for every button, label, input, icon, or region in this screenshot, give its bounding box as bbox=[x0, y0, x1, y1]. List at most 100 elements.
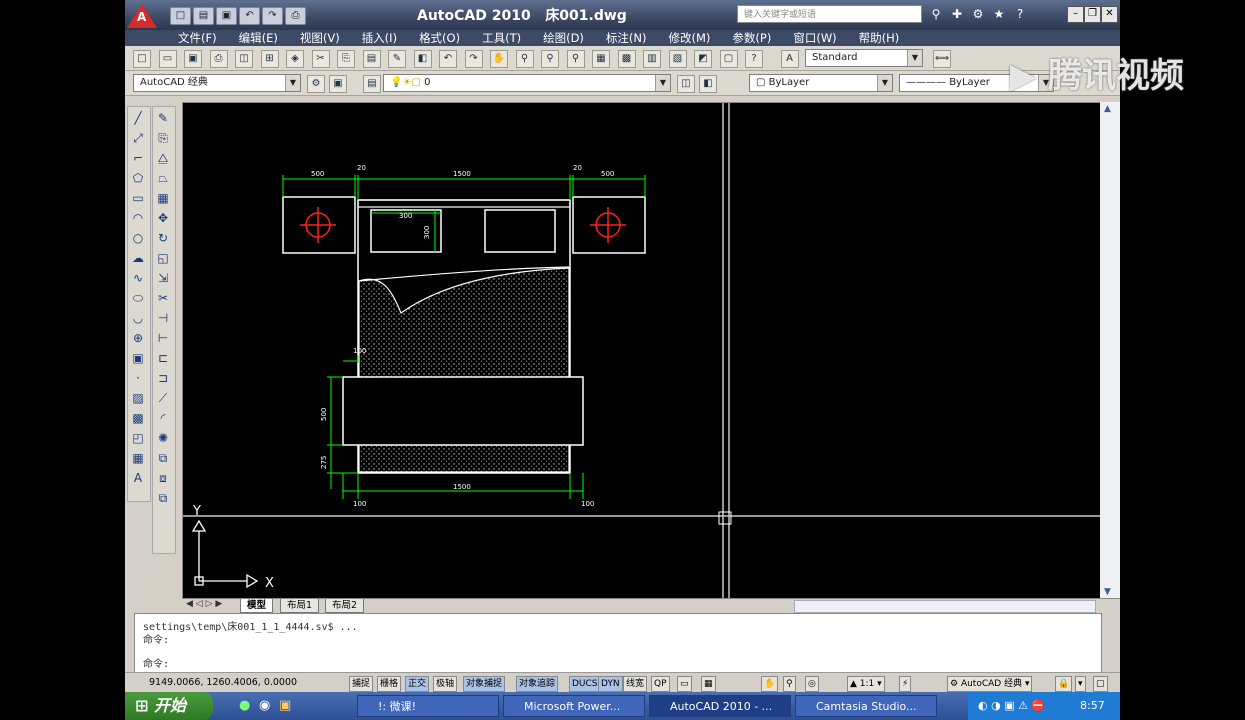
dyn-toggle[interactable]: DYN bbox=[598, 676, 623, 692]
trim-icon[interactable]: ✂ bbox=[154, 289, 172, 307]
qat-redo-icon[interactable]: ↷ bbox=[262, 7, 283, 25]
redo-icon[interactable]: ↷ bbox=[464, 50, 483, 68]
sheet-set-icon[interactable]: ▧ bbox=[668, 50, 687, 68]
cut-icon[interactable]: ✂ bbox=[311, 50, 330, 68]
tool-palettes-icon[interactable]: ▥ bbox=[643, 50, 661, 68]
task-powerpoint[interactable]: Microsoft Power... bbox=[503, 695, 645, 717]
menu-draw[interactable]: 绘图(D) bbox=[532, 30, 595, 46]
paste-icon[interactable]: ▤ bbox=[362, 50, 381, 68]
grid-toggle[interactable]: 栅格 bbox=[377, 676, 402, 692]
quicklaunch-icon-3[interactable]: ▣ bbox=[279, 698, 291, 713]
layer-select[interactable]: 💡☀▢ 0 ▼ bbox=[383, 74, 671, 92]
scale-icon[interactable]: ◱ bbox=[154, 249, 172, 267]
task-camtasia[interactable]: Camtasia Studio... bbox=[795, 695, 937, 717]
workspace-settings-icon[interactable]: ⚙ bbox=[307, 75, 325, 93]
extend-icon[interactable]: ⊣ bbox=[154, 309, 172, 327]
lineweight-toggle[interactable]: 线宽 bbox=[623, 676, 648, 692]
task-wechat-lesson[interactable]: !: 微课! bbox=[357, 695, 499, 717]
layer-manager-icon[interactable]: ▤ bbox=[363, 75, 381, 93]
minimize-button[interactable]: – bbox=[1067, 6, 1084, 23]
circle-icon[interactable]: ○ bbox=[129, 229, 147, 247]
hatch-icon[interactable]: ▨ bbox=[129, 389, 147, 407]
help-toolbar-icon[interactable]: ? bbox=[745, 50, 763, 68]
copy-layers-icon[interactable]: ⧉ bbox=[154, 489, 172, 507]
tab-layout2[interactable]: 布局2 bbox=[325, 599, 365, 613]
table-icon[interactable]: ▦ bbox=[129, 449, 147, 467]
fillet-icon[interactable]: ◜ bbox=[154, 409, 172, 427]
pan-status-icon[interactable]: ✋ bbox=[761, 676, 779, 692]
polygon-icon[interactable]: ⬠ bbox=[129, 169, 147, 187]
otrack-toggle[interactable]: 对象追踪 bbox=[516, 676, 559, 692]
ellipse-arc-icon[interactable]: ◡ bbox=[129, 309, 147, 327]
design-center-icon[interactable]: ▩ bbox=[617, 50, 636, 68]
match-properties-icon[interactable]: ✎ bbox=[388, 50, 406, 68]
communication-icon[interactable]: ⚙ bbox=[969, 5, 987, 23]
menu-insert[interactable]: 插入(I) bbox=[351, 30, 408, 46]
ortho-toggle[interactable]: 正交 bbox=[405, 676, 430, 692]
menu-dimension[interactable]: 标注(N) bbox=[595, 30, 658, 46]
pan-icon[interactable]: ✋ bbox=[490, 50, 508, 68]
restore-button[interactable]: ❐ bbox=[1084, 6, 1101, 23]
command-window[interactable]: settings\temp\床001_1_1_4444.sv$ ... 命令: … bbox=[134, 613, 1102, 673]
quickcalc-icon[interactable]: ▢ bbox=[719, 50, 738, 68]
arc-icon[interactable]: ◠ bbox=[129, 209, 147, 227]
multiline-text-icon[interactable]: A bbox=[129, 469, 147, 487]
start-button[interactable]: ⊞ 开始 bbox=[125, 692, 213, 720]
menu-parametric[interactable]: 参数(P) bbox=[721, 30, 782, 46]
quicklaunch-icon-1[interactable]: ● bbox=[239, 698, 250, 713]
dim-style-icon[interactable]: ⟺ bbox=[933, 50, 951, 68]
search-input[interactable]: 键入关键字或短语 bbox=[737, 5, 922, 23]
mirror-icon[interactable]: ⧋ bbox=[154, 149, 172, 167]
command-prompt[interactable]: 命令: bbox=[143, 655, 169, 670]
scroll-down-icon[interactable]: ▼ bbox=[1104, 587, 1111, 597]
coordinates-readout[interactable]: 9149.0066, 1260.4006, 0.0000 bbox=[149, 677, 297, 688]
markup-icon[interactable]: ◩ bbox=[694, 50, 712, 68]
array-icon[interactable]: ▦ bbox=[154, 189, 172, 207]
zoom-window-icon[interactable]: ⚲ bbox=[541, 50, 559, 68]
make-block-icon[interactable]: ▣ bbox=[129, 349, 147, 367]
tray-settings-icon[interactable]: ▾ bbox=[1075, 676, 1086, 692]
menu-edit[interactable]: 编辑(E) bbox=[228, 30, 289, 46]
ducs-toggle[interactable]: DUCS bbox=[569, 676, 601, 692]
horizontal-scrollbar[interactable] bbox=[794, 600, 1096, 613]
annotation-scale-select[interactable]: ▲ 1:1 ▾ bbox=[847, 676, 885, 692]
make-current-layer-icon[interactable]: ◫ bbox=[677, 75, 695, 93]
menu-format[interactable]: 格式(O) bbox=[408, 30, 471, 46]
draworder-icon[interactable]: ⧉ bbox=[154, 449, 172, 467]
region-icon[interactable]: ◰ bbox=[129, 429, 147, 447]
color-select[interactable]: ▢ ByLayer ▼ bbox=[749, 74, 893, 92]
scroll-up-icon[interactable]: ▲ bbox=[1104, 104, 1111, 114]
text-style-icon[interactable]: A bbox=[780, 50, 799, 68]
drawing-canvas[interactable]: 500 20 1500 20 500 300 300 100 500 275 1… bbox=[182, 102, 1100, 600]
join-icon[interactable]: ⊐ bbox=[154, 369, 172, 387]
offset-icon[interactable]: ⏢ bbox=[154, 169, 172, 187]
copy-icon[interactable]: ⎘ bbox=[337, 50, 355, 68]
vertical-scrollbar[interactable]: ▲ ▼ bbox=[1100, 102, 1120, 599]
annotation-visibility-icon[interactable]: ⚡ bbox=[899, 676, 912, 692]
preview-icon[interactable]: ◫ bbox=[235, 50, 253, 68]
model-space-icon[interactable]: ▭ bbox=[677, 676, 692, 692]
osnap-toggle[interactable]: 对象捕捉 bbox=[463, 676, 506, 692]
tray-icons[interactable]: ◐ ◑ ▣ ⚠ ⛔ bbox=[978, 699, 1045, 712]
tab-model[interactable]: 模型 bbox=[240, 599, 274, 613]
line-icon[interactable]: ╱ bbox=[129, 109, 147, 127]
quicklaunch-icon-2[interactable]: ◉ bbox=[259, 698, 270, 713]
subscription-icon[interactable]: ✚ bbox=[948, 5, 966, 23]
task-autocad[interactable]: AutoCAD 2010 - ... bbox=[649, 695, 791, 717]
qat-print-icon[interactable]: ⎙ bbox=[285, 7, 306, 25]
3d-dwf-icon[interactable]: ◈ bbox=[286, 50, 304, 68]
menu-view[interactable]: 视图(V) bbox=[289, 30, 351, 46]
qat-open-icon[interactable]: ▤ bbox=[193, 7, 214, 25]
qat-undo-icon[interactable]: ↶ bbox=[239, 7, 260, 25]
open-file-icon[interactable]: ▭ bbox=[158, 50, 177, 68]
menu-help[interactable]: 帮助(H) bbox=[848, 30, 911, 46]
menu-tools[interactable]: 工具(T) bbox=[471, 30, 532, 46]
break-icon[interactable]: ⊏ bbox=[154, 349, 172, 367]
erase-icon[interactable]: ✎ bbox=[154, 109, 172, 127]
chamfer-icon[interactable]: ⟋ bbox=[154, 389, 172, 407]
stretch-icon[interactable]: ⇲ bbox=[154, 269, 172, 287]
group-icon[interactable]: ⧈ bbox=[154, 469, 172, 487]
lock-icon[interactable]: 🔒 bbox=[1055, 676, 1073, 692]
publish-icon[interactable]: ⊞ bbox=[260, 50, 279, 68]
text-style-select[interactable]: Standard ▼ bbox=[805, 49, 923, 67]
